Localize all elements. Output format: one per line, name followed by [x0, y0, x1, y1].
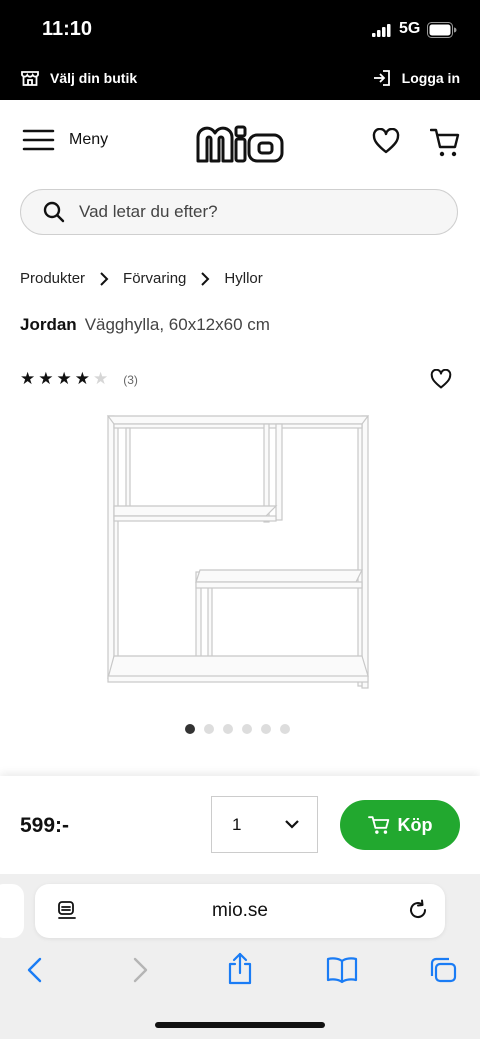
hamburger-icon — [22, 129, 55, 151]
carousel-dot[interactable] — [242, 724, 252, 734]
previous-tab-preview[interactable] — [0, 884, 24, 938]
reload-icon[interactable] — [407, 899, 429, 921]
wishlist-icon[interactable] — [372, 128, 400, 154]
browser-toolbar: mio.se — [0, 874, 480, 1039]
search-placeholder: Vad letar du efter? — [79, 202, 218, 221]
buy-label: Köp — [397, 814, 433, 835]
carousel-dot[interactable] — [204, 724, 214, 734]
chevron-down-icon — [285, 820, 299, 829]
product-image[interactable] — [100, 410, 380, 705]
status-bar: 11:10 5G — [0, 0, 480, 60]
forward-icon[interactable] — [131, 956, 149, 984]
cart-icon[interactable] — [430, 127, 460, 159]
buy-bar: 599:- 1 Köp — [0, 776, 480, 874]
product-brand: Jordan — [20, 315, 77, 334]
battery-icon — [427, 22, 457, 38]
tabs-icon[interactable] — [428, 956, 458, 984]
review-count: (3) — [123, 372, 138, 387]
buy-button[interactable]: Köp — [340, 800, 460, 850]
breadcrumb-item-forvaring[interactable]: Förvaring — [123, 270, 186, 287]
login-link[interactable]: Logga in — [372, 68, 460, 88]
choose-store-label: Välj din butik — [50, 70, 138, 86]
address-bar[interactable]: mio.se — [35, 884, 445, 938]
login-label: Logga in — [401, 70, 460, 86]
quantity-value: 1 — [232, 814, 242, 834]
breadcrumb-item-hyllor[interactable]: Hyllor — [224, 270, 262, 287]
quantity-select[interactable]: 1 — [211, 796, 318, 853]
rating[interactable]: ★ ★ ★ ★ ★ (3) — [20, 370, 138, 389]
carousel-dot[interactable] — [223, 724, 233, 734]
back-icon[interactable] — [26, 956, 44, 984]
cart-icon — [367, 816, 389, 834]
product-title: Jordan Vägghylla, 60x12x60 cm — [20, 315, 270, 335]
network-type: 5G — [399, 20, 421, 37]
star-filled-icon: ★ — [74, 369, 90, 388]
chevron-right-icon — [99, 271, 109, 286]
favorite-heart-icon[interactable] — [430, 369, 452, 389]
chevron-right-icon — [200, 271, 210, 286]
status-time: 11:10 — [42, 18, 93, 40]
share-icon[interactable] — [226, 952, 254, 986]
rating-stars: ★ ★ ★ ★ ★ — [20, 370, 111, 389]
store-icon — [21, 71, 39, 86]
choose-store-link[interactable]: Välj din butik — [20, 68, 137, 88]
login-icon — [373, 70, 390, 86]
star-empty-icon: ★ — [93, 369, 109, 388]
star-filled-icon: ★ — [20, 369, 36, 388]
carousel-dot[interactable] — [280, 724, 290, 734]
breadcrumb: Produkter Förvaring Hyllor — [20, 270, 263, 287]
url-text: mio.se — [212, 900, 268, 921]
price: 599:- — [20, 814, 70, 837]
star-filled-icon: ★ — [56, 369, 72, 388]
menu-label: Meny — [69, 131, 109, 148]
product-description: Vägghylla, 60x12x60 cm — [84, 315, 270, 334]
top-strip: Välj din butik Logga in — [0, 60, 480, 100]
mio-logo[interactable] — [195, 123, 285, 165]
star-filled-icon: ★ — [38, 369, 54, 388]
signal-icon — [372, 24, 391, 37]
carousel-dot[interactable] — [261, 724, 271, 734]
home-indicator — [155, 1022, 325, 1028]
search-input[interactable]: Vad letar du efter? — [20, 189, 458, 235]
breadcrumb-item-produkter[interactable]: Produkter — [20, 270, 85, 287]
image-carousel-dots[interactable] — [185, 724, 290, 734]
carousel-dot[interactable] — [185, 724, 195, 734]
search-icon — [43, 201, 65, 223]
bookmarks-icon[interactable] — [326, 956, 358, 984]
menu-button[interactable]: Meny — [22, 128, 108, 152]
